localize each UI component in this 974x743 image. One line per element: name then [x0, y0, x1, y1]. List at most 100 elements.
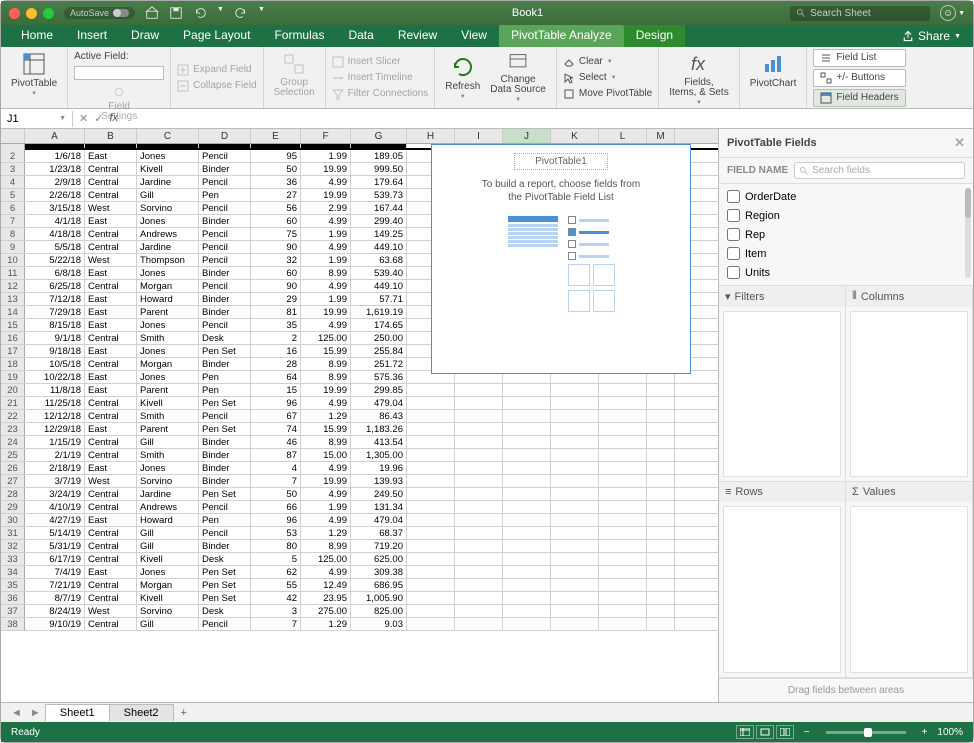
cell[interactable] — [599, 410, 647, 422]
cell[interactable]: 309.38 — [351, 566, 407, 578]
cell[interactable]: 189.05 — [351, 150, 407, 162]
col-header[interactable]: E — [251, 129, 301, 143]
field-checkbox[interactable] — [727, 190, 740, 203]
cell[interactable]: 50 — [251, 163, 301, 175]
share-button[interactable]: Share ▼ — [890, 25, 973, 47]
pivotchart-button[interactable]: PivotChart — [746, 50, 801, 91]
tab-formulas[interactable]: Formulas — [262, 25, 336, 47]
cell[interactable] — [455, 436, 503, 448]
minimize-window-icon[interactable] — [26, 8, 37, 19]
cell[interactable]: 4 — [251, 462, 301, 474]
cell[interactable] — [647, 410, 675, 422]
row-header[interactable]: 35 — [1, 579, 25, 591]
cell[interactable]: 1/6/18 — [25, 150, 85, 162]
cell[interactable]: Jardine — [137, 241, 199, 253]
cell[interactable]: 2/9/18 — [25, 176, 85, 188]
cell[interactable] — [503, 579, 551, 591]
table-row[interactable]: 315/14/19CentralGillPencil531.2968.37 — [1, 527, 718, 540]
cell[interactable] — [599, 514, 647, 526]
cell[interactable] — [599, 553, 647, 565]
cell[interactable] — [455, 618, 503, 630]
cell[interactable] — [599, 462, 647, 474]
normal-view-button[interactable] — [736, 725, 754, 739]
cell[interactable] — [647, 553, 675, 565]
close-window-icon[interactable] — [9, 8, 20, 19]
cell[interactable]: 149.25 — [351, 228, 407, 240]
cell[interactable] — [503, 449, 551, 461]
field-list-button[interactable]: Field List — [813, 49, 905, 67]
cell[interactable]: Central — [85, 397, 137, 409]
cell[interactable] — [647, 540, 675, 552]
row-header[interactable]: 24 — [1, 436, 25, 448]
cell[interactable]: Jones — [137, 319, 199, 331]
cell[interactable]: Desk — [199, 553, 251, 565]
cell[interactable]: 250.00 — [351, 332, 407, 344]
cell[interactable]: East — [85, 215, 137, 227]
row-header[interactable]: 32 — [1, 540, 25, 552]
cell[interactable] — [407, 384, 455, 396]
row-header[interactable]: 12 — [1, 280, 25, 292]
col-header[interactable]: A — [25, 129, 85, 143]
cell[interactable]: Kivell — [137, 553, 199, 565]
cell[interactable]: 56 — [251, 202, 301, 214]
active-field-input[interactable] — [74, 66, 164, 80]
cell[interactable] — [407, 397, 455, 409]
autosave-toggle[interactable]: AutoSave — [64, 7, 135, 19]
sheet-tab[interactable]: Sheet2 — [109, 704, 174, 721]
cell[interactable]: Binder — [199, 462, 251, 474]
cell[interactable]: Pencil — [199, 280, 251, 292]
cell[interactable]: 60 — [251, 267, 301, 279]
cell[interactable]: Parent — [137, 384, 199, 396]
cell[interactable]: Central — [85, 618, 137, 630]
col-header[interactable]: D — [199, 129, 251, 143]
col-header[interactable]: F — [301, 129, 351, 143]
cell[interactable]: 1/23/18 — [25, 163, 85, 175]
cell[interactable]: 539.40 — [351, 267, 407, 279]
cell[interactable] — [503, 514, 551, 526]
cell[interactable]: 179.64 — [351, 176, 407, 188]
cell[interactable] — [503, 462, 551, 474]
cell[interactable] — [455, 410, 503, 422]
cell[interactable]: Smith — [137, 332, 199, 344]
cell[interactable]: 5/14/19 — [25, 527, 85, 539]
cell[interactable]: West — [85, 202, 137, 214]
cell[interactable] — [599, 618, 647, 630]
row-header[interactable]: 3 — [1, 163, 25, 175]
cell[interactable]: West — [85, 605, 137, 617]
cell[interactable]: 63.68 — [351, 254, 407, 266]
cell[interactable] — [407, 475, 455, 487]
page-break-view-button[interactable] — [776, 725, 794, 739]
cell[interactable]: Pencil — [199, 202, 251, 214]
cell[interactable]: 6/8/18 — [25, 267, 85, 279]
cell[interactable] — [455, 462, 503, 474]
cell[interactable]: Pen Set — [199, 397, 251, 409]
cell[interactable]: 575.36 — [351, 371, 407, 383]
cell[interactable]: 53 — [251, 527, 301, 539]
cell[interactable] — [647, 501, 675, 513]
cell[interactable]: 9/1/18 — [25, 332, 85, 344]
formula-input[interactable] — [124, 111, 973, 127]
field-item[interactable]: Region — [727, 207, 965, 224]
cell[interactable]: 1.99 — [301, 501, 351, 513]
cell[interactable]: Pen Set — [199, 345, 251, 357]
cell[interactable]: 11/25/18 — [25, 397, 85, 409]
cell[interactable]: 15.99 — [301, 423, 351, 435]
cell[interactable]: Central — [85, 527, 137, 539]
cell[interactable] — [503, 384, 551, 396]
row-header[interactable]: 2 — [1, 150, 25, 162]
cell[interactable] — [551, 618, 599, 630]
cell[interactable]: 4.99 — [301, 280, 351, 292]
cell[interactable] — [647, 449, 675, 461]
cell[interactable]: 6/17/19 — [25, 553, 85, 565]
cell[interactable]: Central — [85, 553, 137, 565]
field-checkbox[interactable] — [727, 247, 740, 260]
cell[interactable]: 68.37 — [351, 527, 407, 539]
cell[interactable] — [455, 527, 503, 539]
cell[interactable]: 16 — [251, 345, 301, 357]
cell[interactable]: 35 — [251, 319, 301, 331]
cell[interactable]: Binder — [199, 540, 251, 552]
select-button[interactable]: Select ▼ — [563, 71, 652, 85]
move-pivottable-button[interactable]: Move PivotTable — [563, 87, 652, 101]
cell[interactable]: Binder — [199, 306, 251, 318]
cell[interactable]: Pen Set — [199, 488, 251, 500]
